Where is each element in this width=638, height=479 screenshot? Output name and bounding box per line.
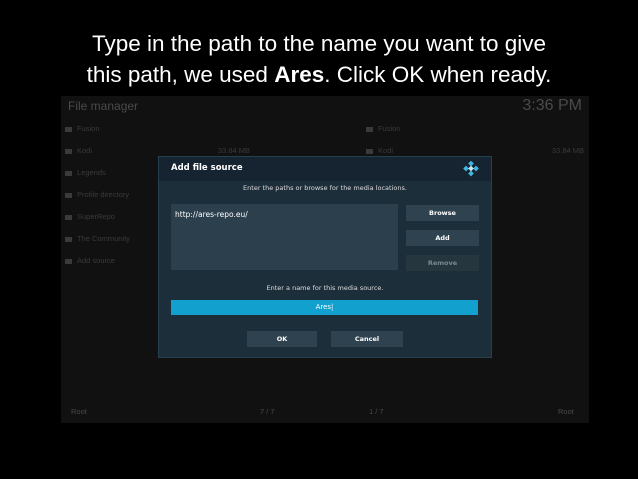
item-size: 33.84 MB (551, 146, 584, 155)
right-count: 1 / 7 (369, 407, 384, 416)
ok-button[interactable]: OK (247, 331, 317, 347)
left-root-label: Root (71, 407, 87, 416)
caption-line-2-pre: this path, we used (86, 62, 275, 87)
remove-button[interactable]: Remove (406, 255, 479, 271)
item-label: Kodi (378, 146, 394, 155)
left-count: 7 / 7 (260, 407, 275, 416)
item-label: Add source (77, 256, 115, 265)
folder-icon (65, 126, 72, 132)
name-prompt: Enter a name for this media source. (266, 284, 384, 292)
item-label: Fusion (378, 124, 401, 133)
cancel-button[interactable]: Cancel (331, 331, 403, 347)
source-name-input[interactable]: Ares| (171, 300, 478, 315)
path-entry[interactable]: http://ares-repo.eu/ (175, 210, 248, 219)
caption-line-1: Type in the path to the name you want to… (91, 31, 547, 56)
caption-line-2: this path, we used Ares. Click OK when r… (0, 59, 638, 90)
slide-caption: Type in the path to the name you want to… (0, 28, 638, 90)
folder-icon (65, 214, 72, 220)
clock: 3:36 PM (522, 97, 582, 114)
caption-line-2-bold: Ares (274, 62, 325, 87)
browse-button[interactable]: Browse (406, 205, 479, 221)
folder-icon (366, 148, 373, 154)
dialog-title: Add file source (171, 163, 243, 173)
file-manager-title: File manager (68, 99, 139, 113)
source-name-value: Ares| (315, 303, 334, 311)
kodi-logo-icon (463, 161, 479, 177)
folder-icon (65, 170, 72, 176)
item-size: 33.84 MB (217, 146, 250, 155)
paths-prompt: Enter the paths or browse for the media … (243, 184, 407, 192)
right-item-fusion[interactable]: Fusion (366, 124, 584, 146)
caption-line-2-post: . Click OK when ready. (324, 62, 552, 87)
paths-list[interactable]: http://ares-repo.eu/ (171, 204, 398, 270)
file-manager-footer: Root 7 / 7 1 / 7 Root (61, 407, 589, 419)
folder-icon (366, 126, 373, 132)
add-file-source-dialog: Add file source Enter the paths or brows… (158, 156, 492, 358)
folder-icon (65, 258, 72, 264)
item-label: The Community (77, 234, 130, 243)
item-label: Kodi (77, 146, 93, 155)
item-label: SuperRepo (77, 212, 115, 221)
folder-icon (65, 192, 72, 198)
item-label: Legends (77, 168, 106, 177)
item-label: Profile directory (77, 190, 130, 199)
dialog-header: Add file source (159, 157, 491, 181)
folder-icon (65, 236, 72, 242)
folder-icon (65, 148, 72, 154)
item-label: Fusion (77, 124, 100, 133)
right-root-label: Root (558, 407, 574, 416)
add-button[interactable]: Add (406, 230, 479, 246)
left-item-fusion[interactable]: Fusion (65, 124, 250, 146)
